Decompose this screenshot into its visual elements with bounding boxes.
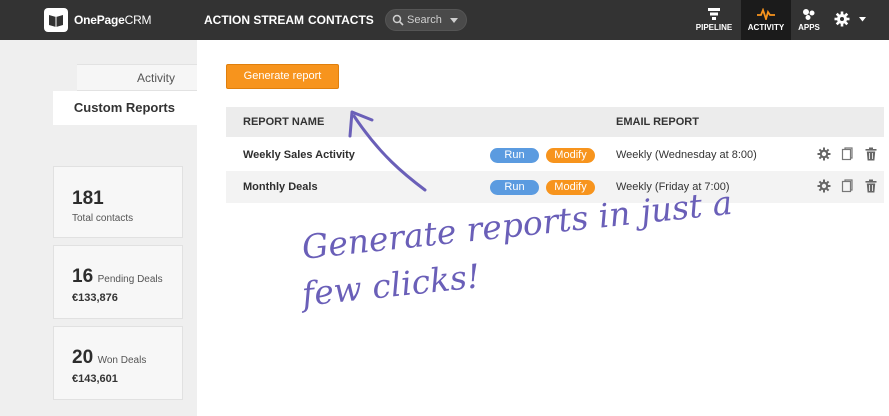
stat-label: Total contacts	[72, 213, 134, 224]
tab-activity-label: Activity	[136, 71, 175, 85]
activity-pulse-icon	[757, 8, 775, 20]
modify-button[interactable]: Modify	[546, 180, 595, 195]
stat-card-won-deals: 20 Won Deals €143,601	[53, 326, 183, 400]
stat-label: Pending Deals	[97, 274, 163, 285]
annotation-text-line-2: few clicks!	[300, 256, 482, 314]
run-button[interactable]: Run	[490, 148, 539, 163]
tab-activity[interactable]: Activity	[77, 64, 197, 91]
pipeline-button[interactable]: PIPELINE	[690, 0, 738, 40]
column-header-email-report: EMAIL REPORT	[616, 116, 699, 128]
chevron-down-icon[interactable]	[450, 18, 458, 23]
sidebar: Activity Custom Reports 181 Total contac…	[0, 40, 197, 416]
settings-gear-icon[interactable]	[817, 147, 831, 161]
tab-custom-reports-label: Custom Reports	[73, 100, 175, 115]
search-input[interactable]: Search	[385, 9, 467, 31]
trash-icon[interactable]	[865, 179, 877, 193]
apps-icon	[803, 9, 815, 20]
table-row: Monthly Deals Run Modify Weekly (Friday …	[226, 171, 884, 203]
annotation-arrow-icon	[348, 110, 427, 192]
search-icon	[392, 14, 404, 26]
stat-label: Won Deals	[97, 355, 147, 366]
modify-button[interactable]: Modify	[546, 148, 595, 163]
email-schedule: Weekly (Wednesday at 8:00)	[616, 149, 757, 161]
apps-button[interactable]: APPS	[792, 0, 826, 40]
search-placeholder: Search	[407, 14, 442, 26]
tab-custom-reports[interactable]: Custom Reports	[53, 91, 197, 125]
apps-label: APPS	[798, 23, 820, 32]
stat-value: 16	[72, 266, 94, 287]
stat-card-total-contacts: 181 Total contacts	[53, 166, 183, 238]
stat-value: 20	[72, 347, 94, 368]
stat-amount: €143,601	[72, 373, 118, 385]
stat-value: 181	[72, 188, 104, 209]
table-header: REPORT NAME EMAIL REPORT	[226, 107, 884, 137]
generate-report-button[interactable]: Generate report	[226, 64, 339, 89]
top-navigation-bar: OnePageCRM ACTION STREAM CONTACTS Search…	[0, 0, 889, 40]
reports-table: REPORT NAME EMAIL REPORT Weekly Sales Ac…	[226, 107, 884, 203]
table-row: Weekly Sales Activity Run Modify Weekly …	[226, 137, 884, 171]
stat-amount: €133,876	[72, 292, 118, 304]
pipeline-label: PIPELINE	[695, 23, 733, 32]
copy-icon[interactable]	[841, 147, 853, 161]
stat-card-pending-deals: 16 Pending Deals €133,876	[53, 245, 183, 319]
logo-text: OnePageCRM	[74, 13, 152, 27]
logo-name: OnePage	[74, 13, 125, 27]
settings-gear-icon[interactable]	[817, 179, 831, 193]
report-name: Weekly Sales Activity	[243, 149, 355, 161]
gear-icon	[834, 11, 850, 27]
activity-button[interactable]: ACTIVITY	[741, 0, 791, 40]
column-header-report-name: REPORT NAME	[243, 116, 325, 128]
copy-icon[interactable]	[841, 179, 853, 193]
report-name: Monthly Deals	[243, 181, 318, 193]
settings-menu-button[interactable]	[832, 0, 866, 40]
trash-icon[interactable]	[865, 147, 877, 161]
run-button[interactable]: Run	[490, 180, 539, 195]
nav-contacts[interactable]: CONTACTS	[308, 13, 374, 27]
activity-label: ACTIVITY	[747, 23, 785, 32]
app-logo[interactable]: OnePageCRM	[44, 8, 152, 32]
pipeline-icon	[708, 8, 720, 20]
chevron-down-icon	[859, 17, 866, 22]
logo-suffix: CRM	[124, 13, 152, 27]
logo-icon	[44, 8, 68, 32]
nav-action-stream[interactable]: ACTION STREAM	[204, 13, 304, 27]
